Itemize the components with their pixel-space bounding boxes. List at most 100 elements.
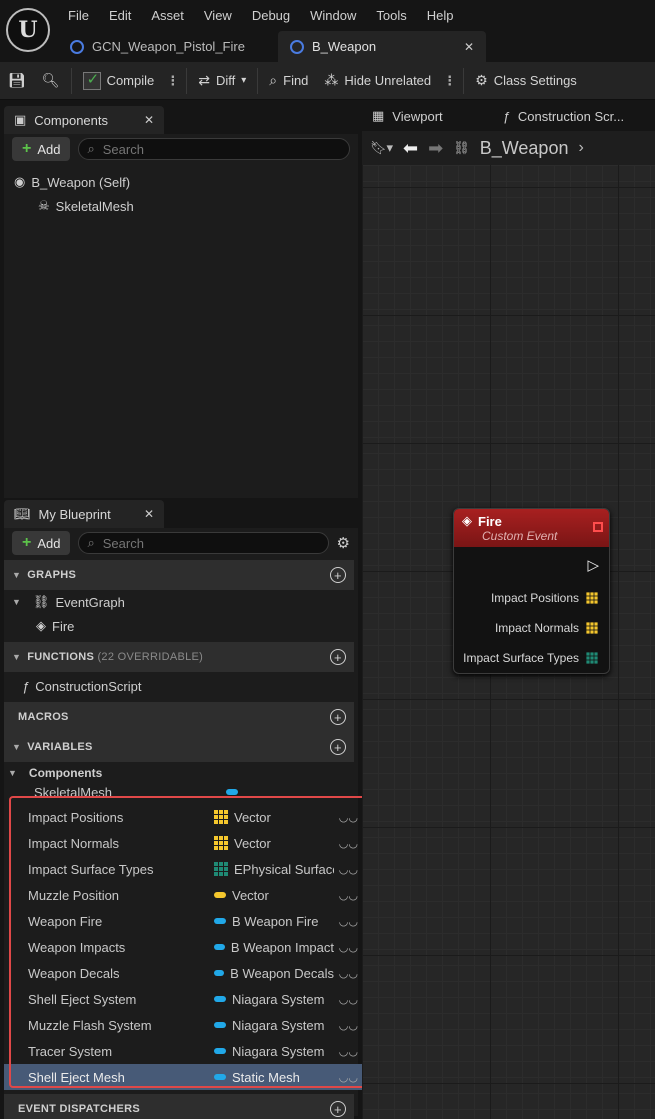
function-construction-script[interactable]: ƒ ConstructionScript [4, 674, 358, 698]
find-button[interactable]: ⌕ Find [261, 62, 316, 100]
functions-section[interactable]: ▼ FUNCTIONS (22 OVERRIDABLE) + [4, 642, 354, 672]
variables-section[interactable]: ▼ VARIABLES + [4, 732, 354, 762]
graph-canvas[interactable]: ◈ Fire Custom Event ▷ Impact Positions Imp… [362, 165, 655, 1119]
blueprint-icon [70, 39, 84, 54]
browse-icon: 🔍︎ [41, 72, 60, 88]
function-icon: ƒ [502, 108, 510, 124]
menu-window[interactable]: Window [300, 8, 366, 23]
document-tabs: GCN_Weapon_Pistol_Fire B_Weapon ✕ [58, 31, 486, 62]
node-pins: Impact Positions Impact Normals Impact Sur… [454, 583, 609, 673]
back-arrow-icon[interactable]: ⬅ [403, 138, 418, 159]
compile-options-icon[interactable]: ⋮ [162, 73, 183, 89]
menu-tools[interactable]: Tools [366, 8, 416, 23]
section-title: FUNCTIONS [27, 651, 95, 663]
highlight-box [9, 796, 379, 1088]
search-icon: ⌕ [87, 141, 95, 156]
event-fire[interactable]: ◈ Fire [4, 614, 358, 638]
menu-help[interactable]: Help [417, 8, 464, 23]
add-member-button[interactable]: + Add [12, 531, 71, 555]
add-macro-icon[interactable]: + [330, 709, 346, 725]
compile-button[interactable]: Compile [75, 62, 163, 100]
section-title: GRAPHS [27, 569, 77, 581]
menu-asset[interactable]: Asset [141, 8, 194, 23]
close-icon[interactable]: ✕ [464, 40, 474, 54]
components-category[interactable]: ▼ Components [4, 762, 358, 784]
bookmark-icon[interactable]: 🔖︎▾ [370, 140, 393, 156]
unreal-logo-icon[interactable]: U [6, 8, 50, 52]
tab-label: Viewport [392, 108, 443, 124]
node-subtitle: Custom Event [482, 529, 558, 543]
tab-construction-script[interactable]: ƒ Construction Scr... [493, 109, 634, 124]
vector-array-icon[interactable] [586, 592, 598, 604]
my-blueprint-tab[interactable]: 📖︎ My Blueprint ✕ [4, 500, 164, 528]
tab-label: Construction Scr... [517, 108, 625, 124]
tab-b-weapon[interactable]: B_Weapon ✕ [278, 31, 486, 62]
graph-icon: ⛓︎ [32, 594, 50, 609]
caret-icon: ▼ [8, 768, 17, 778]
event-label: Fire [52, 618, 75, 634]
add-component-button[interactable]: + Add [12, 137, 71, 161]
object-pin-icon [226, 789, 238, 795]
menu-bar: File Edit Asset View Debug Window Tools … [58, 0, 464, 30]
enum-array-icon[interactable] [586, 652, 598, 664]
menu-view[interactable]: View [194, 8, 242, 23]
gear-icon[interactable]: ⚙ [337, 534, 350, 552]
diff-label: Diff [215, 73, 236, 88]
tab-viewport[interactable]: ▦ Viewport [362, 108, 453, 124]
graph-icon: ⛓︎ [453, 140, 470, 155]
class-settings-button[interactable]: ⚙ Class Settings [467, 62, 585, 100]
plus-icon: + [22, 534, 32, 551]
diff-button[interactable]: ⇄ Diff ▾ [190, 62, 254, 100]
hide-unrelated-button[interactable]: ⁂ Hide Unrelated [316, 62, 439, 100]
section-title: MACROS [18, 711, 69, 723]
add-function-icon[interactable]: + [330, 649, 346, 665]
macros-section[interactable]: MACROS + [4, 702, 354, 732]
graphs-section[interactable]: ▼ GRAPHS + [4, 560, 354, 590]
exec-pin-icon[interactable]: ▷ [587, 556, 599, 574]
delegate-pin-icon[interactable] [593, 522, 603, 532]
pin-label: Impact Surface Types [463, 651, 579, 665]
fire-custom-event-node[interactable]: ◈ Fire Custom Event ▷ Impact Positions Imp… [453, 508, 610, 674]
add-graph-icon[interactable]: + [330, 567, 346, 583]
node-pin-row: Impact Surface Types [454, 643, 609, 673]
category-label: Components [28, 766, 103, 780]
exec-pin-row: ▷ [454, 547, 609, 583]
find-label: Find [283, 73, 309, 88]
skeleton-icon: ☠︎ [38, 198, 50, 213]
close-icon[interactable]: ✕ [144, 507, 154, 521]
event-dispatchers-section[interactable]: EVENT DISPATCHERS + [4, 1094, 354, 1119]
components-tab[interactable]: ▣ Components ✕ [4, 106, 164, 134]
tab-gcn-weapon-pistol-fire[interactable]: GCN_Weapon_Pistol_Fire [58, 31, 278, 62]
tab-label: B_Weapon [312, 39, 377, 54]
search-input[interactable] [102, 141, 341, 157]
chevron-down-icon: ▾ [241, 75, 247, 86]
menu-file[interactable]: File [58, 8, 99, 23]
component-skeletal-mesh[interactable]: ☠︎ SkeletalMesh [4, 194, 358, 218]
caret-icon: ▼ [12, 742, 22, 752]
search-input[interactable] [102, 535, 320, 551]
component-self[interactable]: ◉ B_Weapon (Self) [4, 170, 358, 194]
save-button[interactable]: 💾︎ [0, 62, 34, 100]
vector-array-icon[interactable] [586, 622, 598, 634]
my-blueprint-search[interactable]: ⌕ [78, 532, 329, 554]
pin-label: Impact Normals [494, 621, 579, 635]
browse-button[interactable]: 🔍︎ [34, 62, 68, 100]
caret-icon: ▼ [12, 570, 22, 580]
pin-label: Impact Positions [490, 591, 579, 605]
gear-icon: ⚙ [475, 72, 488, 88]
forward-arrow-icon[interactable]: ➡ [428, 138, 443, 159]
book-icon: 📖︎ [14, 506, 31, 521]
blueprint-icon [290, 39, 304, 54]
graph-event-graph[interactable]: ▼ ⛓︎ EventGraph [4, 590, 358, 614]
close-icon[interactable]: ✕ [144, 113, 154, 127]
breadcrumb[interactable]: B_Weapon [480, 138, 569, 159]
menu-edit[interactable]: Edit [99, 8, 141, 23]
my-blueprint-toolbar: + Add ⌕ ⚙ [4, 528, 358, 558]
add-variable-icon[interactable]: + [330, 739, 346, 755]
function-icon: ƒ [22, 678, 30, 694]
add-dispatcher-icon[interactable]: + [330, 1101, 346, 1117]
tab-label: GCN_Weapon_Pistol_Fire [92, 39, 245, 54]
components-search[interactable]: ⌕ [78, 138, 350, 160]
more-options-icon[interactable]: ⋮ [439, 73, 460, 89]
menu-debug[interactable]: Debug [242, 8, 300, 23]
